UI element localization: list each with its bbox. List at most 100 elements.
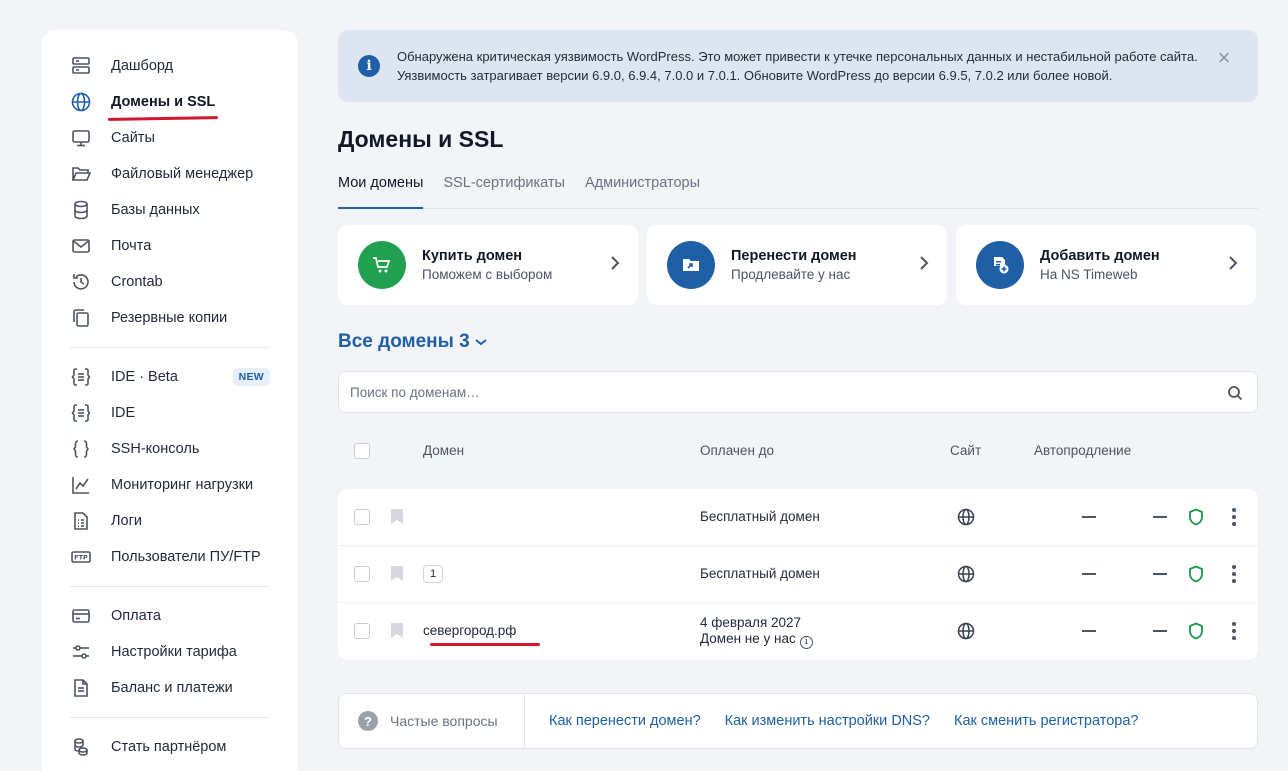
sidebar: Дашборд Домены и SSL Сайты Файловый мене…	[42, 30, 298, 771]
sidebar-item-domains-ssl[interactable]: Домены и SSL	[42, 84, 298, 121]
globe-icon[interactable]	[957, 565, 975, 586]
row-checkbox[interactable]	[354, 509, 370, 525]
sidebar-item-become-partner[interactable]: Стать партнёром	[42, 729, 298, 765]
globe-icon[interactable]	[957, 508, 975, 529]
new-badge: NEW	[232, 368, 270, 386]
row-checkbox[interactable]	[354, 623, 370, 639]
shield-icon[interactable]	[1188, 565, 1204, 586]
add-domain-card[interactable]: Добавить домен На NS Timeweb	[956, 225, 1256, 305]
ide-icon	[70, 402, 92, 424]
document-icon	[70, 677, 92, 699]
paid-until: Бесплатный домен	[700, 566, 820, 581]
shield-icon[interactable]	[1188, 508, 1204, 529]
sidebar-item-crontab[interactable]: Crontab	[42, 264, 298, 300]
sidebar-item-ide[interactable]: IDE	[42, 395, 298, 431]
shield-icon[interactable]	[1188, 622, 1204, 643]
column-site: Сайт	[950, 443, 982, 458]
sidebar-item-load-monitoring[interactable]: Мониторинг нагрузки	[42, 467, 298, 503]
sliders-icon	[70, 641, 92, 663]
faq-heading: ? Частые вопросы	[339, 693, 525, 749]
sidebar-item-label: Файловый менеджер	[111, 166, 254, 182]
sidebar-item-logs[interactable]: Логи	[42, 503, 298, 539]
sidebar-item-label: Пользователи ПУ/FTP	[111, 549, 261, 565]
card-title: Добавить домен	[1040, 248, 1160, 264]
bookmark-icon[interactable]	[391, 566, 403, 584]
sidebar-item-label: Почта	[111, 238, 152, 254]
sidebar-item-label: IDE	[111, 405, 136, 421]
sidebar-item-label: Базы данных	[111, 202, 200, 218]
sidebar-item-tariff-settings[interactable]: Настройки тарифа	[42, 634, 298, 670]
table-row[interactable]: 1 Бесплатный домен	[338, 546, 1258, 603]
info-icon: i	[358, 55, 380, 77]
sidebar-item-ftp-users[interactable]: FTP Пользователи ПУ/FTP	[42, 539, 298, 575]
globe-icon[interactable]	[957, 622, 975, 643]
column-autorenew: Автопродление	[1034, 443, 1132, 458]
domain-note-text: Домен не у нас	[700, 631, 796, 646]
domain-table: Бесплатный домен 1 Бесплатный домен севе…	[338, 489, 1258, 660]
status-dash	[1153, 630, 1167, 632]
select-all-checkbox[interactable]	[354, 443, 370, 459]
sidebar-item-label: SSH-консоль	[111, 441, 200, 457]
table-row[interactable]: севергород.рф 4 февраля 2027 Домен не у …	[338, 603, 1258, 660]
highlight-underline	[430, 643, 540, 646]
bookmark-icon[interactable]	[391, 623, 403, 641]
card-subtitle: Продлевайте у нас	[731, 267, 851, 282]
all-domains-label: Все домены 3	[338, 331, 470, 352]
domain-note: Домен не у нас i	[700, 631, 813, 649]
column-paid-until: Оплачен до	[700, 443, 775, 458]
transfer-domain-card[interactable]: Перенести домен Продлевайте у нас	[647, 225, 947, 305]
chevron-down-icon	[470, 331, 488, 353]
buy-domain-card[interactable]: Купить домен Поможем с выбором	[338, 225, 638, 305]
tab-administrators[interactable]: Администраторы	[585, 175, 700, 209]
sidebar-item-label: Резервные копии	[111, 310, 228, 326]
card-icon	[70, 605, 92, 627]
sidebar-divider	[70, 586, 270, 587]
info-icon[interactable]: i	[799, 636, 813, 649]
globe-icon	[70, 91, 92, 113]
all-domains-dropdown[interactable]: Все домены 3	[338, 331, 1258, 353]
tab-my-domains[interactable]: Мои домены	[338, 175, 424, 209]
more-actions-icon[interactable]	[1232, 565, 1236, 583]
sidebar-item-mail[interactable]: Почта	[42, 228, 298, 264]
tab-ssl-certificates[interactable]: SSL-сертификаты	[443, 175, 565, 209]
alert-text: Обнаружена критическая уязвимость WordPr…	[397, 49, 1198, 83]
sidebar-item-label: Дашборд	[111, 58, 174, 74]
cart-icon	[358, 241, 406, 289]
sidebar-item-ide-beta[interactable]: IDE · Beta NEW	[42, 359, 298, 395]
row-checkbox[interactable]	[354, 566, 370, 582]
card-subtitle: Поможем с выбором	[422, 267, 553, 282]
sidebar-item-sites[interactable]: Сайты	[42, 120, 298, 156]
sidebar-item-backups[interactable]: Резервные копии	[42, 300, 298, 336]
sidebar-item-balance[interactable]: Баланс и платежи	[42, 670, 298, 706]
faq-link-change-registrar[interactable]: Как сменить регистратора?	[954, 713, 1138, 729]
sidebar-item-payment[interactable]: Оплата	[42, 598, 298, 634]
more-actions-icon[interactable]	[1232, 622, 1236, 640]
sidebar-item-databases[interactable]: Базы данных	[42, 192, 298, 228]
faq-bar: ? Частые вопросы Как перенести домен? Ка…	[338, 693, 1258, 749]
vulnerability-alert: i Обнаружена критическая уязвимость Word…	[338, 30, 1258, 102]
paid-until: 4 февраля 2027	[700, 615, 802, 630]
faq-link-transfer-domain[interactable]: Как перенести домен?	[549, 713, 701, 729]
autorenew-dash	[1082, 573, 1096, 575]
sidebar-item-file-manager[interactable]: Файловый менеджер	[42, 156, 298, 192]
status-dash	[1153, 573, 1167, 575]
action-cards: Купить домен Поможем с выбором Перенести…	[338, 225, 1258, 305]
search-input[interactable]	[339, 372, 1199, 412]
history-icon	[70, 271, 92, 293]
close-icon[interactable]: ×	[1214, 47, 1234, 69]
more-actions-icon[interactable]	[1232, 508, 1236, 526]
sidebar-item-label: Оплата	[111, 608, 161, 624]
sidebar-item-label: Сайты	[111, 130, 155, 146]
count-badge: 1	[423, 565, 444, 583]
copy-icon	[70, 307, 92, 329]
sidebar-item-label: Домены и SSL	[111, 94, 216, 110]
search-icon[interactable]	[1227, 385, 1243, 401]
bookmark-icon[interactable]	[391, 509, 403, 527]
dashboard-icon	[70, 55, 92, 77]
faq-link-dns-settings[interactable]: Как изменить настройки DNS?	[725, 713, 930, 729]
sidebar-item-dashboard[interactable]: Дашборд	[42, 48, 298, 84]
status-dash	[1153, 516, 1167, 518]
domain-name[interactable]: севергород.рф	[423, 623, 516, 638]
table-row[interactable]: Бесплатный домен	[338, 489, 1258, 546]
sidebar-item-ssh-console[interactable]: SSH-консоль	[42, 431, 298, 467]
